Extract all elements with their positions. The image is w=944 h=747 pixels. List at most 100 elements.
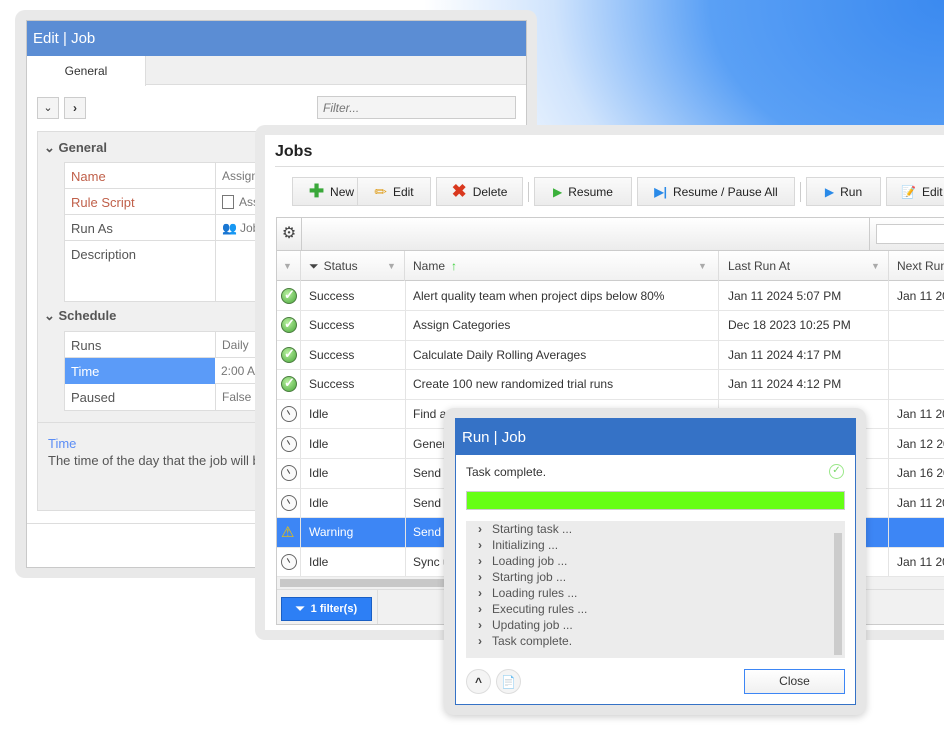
success-icon: [281, 375, 297, 393]
section-schedule-header[interactable]: ⌄ Schedule: [44, 308, 116, 324]
property-label: Time: [65, 358, 215, 384]
button-label: Edit: [921, 184, 943, 199]
name-cell: Alert quality team when project dips bel…: [406, 281, 719, 310]
log-text: Loading rules ...: [492, 586, 578, 600]
column-menu-icon[interactable]: ▼: [277, 251, 301, 281]
clock-icon: [281, 465, 297, 482]
log-entry: › Starting task ...: [478, 521, 845, 537]
column-label: Last Run At: [728, 259, 791, 273]
chevron-down-icon: ⌄: [43, 102, 53, 114]
play-icon: ▶: [824, 184, 835, 199]
edit-button[interactable]: ✏ Edit: [357, 177, 431, 206]
delete-button[interactable]: ✖ Delete: [436, 177, 523, 206]
log-entry: › Initializing ...: [478, 537, 845, 553]
next-run-cell: [889, 518, 944, 547]
close-button[interactable]: Close: [744, 669, 845, 694]
help-text: The time of the day that the job will be: [48, 453, 267, 468]
next-run-cell: Jan 11 20: [897, 288, 944, 303]
log-entry: › Starting job ...: [478, 569, 845, 585]
chevron-right-icon: ›: [478, 586, 482, 600]
button-label: New: [330, 184, 355, 199]
filter-input[interactable]: [317, 96, 516, 119]
chevron-right-icon: ›: [478, 538, 482, 552]
check-circle-icon: ✓: [829, 464, 844, 479]
button-label: Delete: [472, 184, 508, 199]
button-label: 1 filter(s): [310, 603, 358, 615]
section-general-header[interactable]: ⌄ General: [44, 140, 107, 156]
table-row[interactable]: SuccessCreate 100 new randomized trial r…: [277, 369, 944, 400]
button-label: Edit: [392, 184, 414, 199]
table-row[interactable]: SuccessAssign CategoriesDec 18 2023 10:2…: [277, 310, 944, 341]
chevron-right-icon: ›: [478, 618, 482, 632]
dropdown-icon[interactable]: ▼: [871, 261, 880, 271]
delete-x-icon: ✖: [451, 181, 467, 201]
tab-general[interactable]: General: [27, 56, 146, 86]
log-entry: › Loading rules ...: [478, 585, 845, 601]
property-value: Daily: [215, 332, 249, 358]
log-text: Starting task ...: [492, 522, 573, 536]
log-entry: › Task complete.: [478, 633, 845, 649]
filter-count-button[interactable]: ⏷ 1 filter(s): [281, 597, 372, 621]
log-entry: › Updating job ...: [478, 617, 845, 633]
status-cell: Idle: [301, 547, 406, 577]
last-run-cell: Jan 11 2024 4:17 PM: [719, 340, 889, 370]
log-text: Updating job ...: [492, 618, 573, 632]
log-text: Initializing ...: [492, 538, 559, 552]
status-cell: Idle: [301, 488, 406, 518]
table-row[interactable]: SuccessAlert quality team when project d…: [277, 281, 944, 311]
log-scrollbar[interactable]: [834, 533, 842, 655]
last-run-cell: Dec 18 2023 10:25 PM: [719, 310, 889, 340]
edit-window-title: Edit | Job: [27, 21, 526, 56]
column-header-last-run[interactable]: Last Run At ▼: [719, 251, 889, 281]
property-label: Runs: [71, 337, 102, 353]
log-text: Loading job ...: [492, 554, 568, 568]
run-job-dialog: Run | Job Task complete. ✓ › Starting tas…: [455, 418, 856, 705]
name-cell: Create 100 new randomized trial runs: [406, 369, 719, 399]
next-run-cell: [889, 370, 944, 399]
play-icon: ▶: [553, 184, 563, 199]
resume-pause-all-button[interactable]: ▶| Resume / Pause All: [637, 177, 795, 206]
chevron-right-icon: ›: [478, 634, 482, 648]
chevron-right-icon: ›: [73, 101, 77, 115]
next-run-cell: Jan 11 20: [897, 554, 944, 569]
success-icon: [281, 287, 297, 304]
table-row[interactable]: SuccessCalculate Daily Rolling AveragesJ…: [277, 340, 944, 371]
log-entry: › Executing rules ...: [478, 601, 845, 617]
dropdown-icon[interactable]: ▼: [387, 261, 396, 271]
column-header-status[interactable]: ⏷ Status ▼: [301, 251, 405, 281]
column-header-name[interactable]: Name ↑ ▼: [406, 251, 719, 281]
last-run-cell: Jan 11 2024 5:07 PM: [719, 281, 889, 310]
gear-icon[interactable]: ⚙: [277, 218, 302, 251]
clock-icon: [281, 553, 297, 570]
collapse-all-button[interactable]: ⌄: [37, 97, 59, 119]
name-cell: Calculate Daily Rolling Averages: [406, 340, 719, 370]
filter-icon: ⏷: [309, 258, 319, 273]
copy-log-button[interactable]: 📄: [496, 669, 521, 694]
button-label: Resume / Pause All: [672, 184, 778, 199]
next-run-cell: [889, 311, 944, 340]
collapse-log-button[interactable]: ^: [466, 669, 491, 694]
success-icon: [281, 316, 297, 334]
log-text: Executing rules ...: [492, 602, 588, 616]
play-pause-icon: ▶|: [654, 184, 667, 199]
status-cell: Success: [301, 310, 406, 340]
edit-script-button[interactable]: 📝 Edit: [886, 177, 944, 206]
dropdown-icon[interactable]: ▼: [698, 261, 707, 271]
property-label: Name: [71, 168, 106, 184]
run-status-text: Task complete.: [466, 465, 547, 479]
filter-icon: ⏷: [295, 602, 305, 615]
help-title: Time: [48, 436, 77, 451]
next-run-cell: Jan 16 20: [897, 466, 944, 481]
chevron-up-icon: ^: [474, 675, 482, 689]
grid-search-input[interactable]: [876, 224, 944, 244]
property-label: Paused: [71, 389, 116, 405]
run-button[interactable]: ▶ Run: [806, 177, 881, 206]
sort-ascending-icon: ↑: [451, 259, 458, 273]
expand-all-button[interactable]: ›: [64, 97, 86, 119]
resume-button[interactable]: ▶ Resume: [534, 177, 632, 206]
column-label: Status: [323, 259, 358, 273]
chevron-right-icon: ›: [478, 554, 482, 568]
column-header-next-run[interactable]: Next Run: [889, 251, 944, 281]
grid-header: ▼ ⏷ Status ▼ Name ↑ ▼ Last Run At ▼ Next Run: [277, 251, 944, 281]
clock-icon: [281, 405, 297, 422]
